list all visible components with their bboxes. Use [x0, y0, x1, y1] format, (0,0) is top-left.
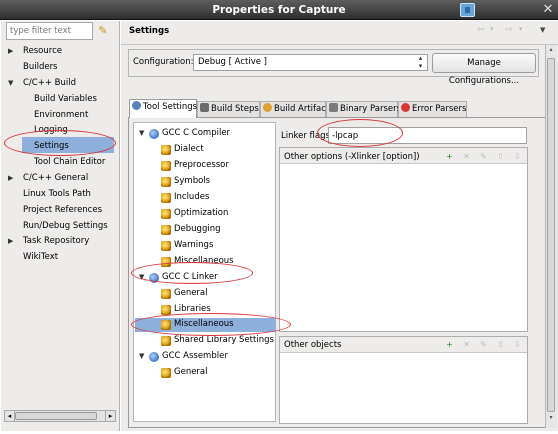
- error-parsers-icon: [401, 103, 410, 112]
- other-options-title: Other options (-Xlinker [option]): [284, 152, 420, 162]
- option-icon: [161, 289, 171, 299]
- collapse-icon[interactable]: ▼: [139, 127, 144, 140]
- category-item-wikitext[interactable]: WikiText: [23, 251, 58, 264]
- tab-tool-settings[interactable]: Tool Settings: [129, 99, 197, 118]
- edit-icon[interactable]: ✎: [478, 339, 489, 350]
- annotation-ellipse: [4, 130, 116, 156]
- tree-item-symbols[interactable]: Symbols: [174, 175, 210, 188]
- configuration-label: Configuration:: [133, 57, 194, 67]
- assembler-icon: [149, 352, 159, 362]
- tree-item-optimization[interactable]: Optimization: [174, 207, 228, 220]
- option-icon: [161, 241, 171, 251]
- move-up-icon[interactable]: ⇧: [495, 339, 506, 350]
- category-item-linux-tools-path[interactable]: Linux Tools Path: [23, 188, 91, 201]
- scroll-down-icon[interactable]: ▾: [546, 414, 556, 425]
- filter-input[interactable]: [6, 22, 93, 40]
- collapse-icon[interactable]: ▼: [8, 77, 13, 90]
- tab-build-steps[interactable]: Build Steps: [197, 101, 260, 117]
- scrollbar-thumb[interactable]: [15, 412, 97, 420]
- delete-icon[interactable]: ✕: [461, 339, 472, 350]
- annotation-ellipse: [131, 313, 291, 336]
- binary-parsers-icon: [329, 103, 338, 112]
- tab-label: Binary Parsers: [340, 104, 402, 114]
- option-icon: [161, 209, 171, 219]
- category-item-builders[interactable]: Builders: [23, 61, 58, 74]
- category-item-cpp-build[interactable]: C/C++ Build: [23, 77, 76, 90]
- expand-icon[interactable]: ▶: [8, 235, 13, 248]
- option-icon: [161, 145, 171, 155]
- expand-icon[interactable]: ▶: [8, 172, 13, 185]
- tool-settings-icon: [132, 101, 141, 110]
- category-item-resource[interactable]: Resource: [23, 45, 62, 58]
- option-icon: [161, 177, 171, 187]
- category-item-tool-chain-editor[interactable]: Tool Chain Editor: [34, 156, 105, 169]
- tree-item-preprocessor[interactable]: Preprocessor: [174, 159, 229, 172]
- manage-configurations-button[interactable]: Manage Configurations...: [432, 53, 536, 86]
- move-down-icon[interactable]: ⇩: [512, 151, 523, 162]
- tab-build-artifact[interactable]: Build Artifact: [260, 101, 330, 117]
- tree-item-shared-library-settings[interactable]: Shared Library Settings: [174, 334, 274, 347]
- category-item-project-references[interactable]: Project References: [23, 204, 102, 217]
- add-icon[interactable]: +: [444, 339, 455, 350]
- tab-error-parsers[interactable]: Error Parsers: [398, 101, 467, 117]
- category-item-cpp-general[interactable]: C/C++ General: [23, 172, 88, 185]
- tab-label: Error Parsers: [412, 104, 467, 114]
- option-icon: [161, 305, 171, 315]
- window-menu-icon[interactable]: [460, 3, 475, 17]
- tree-item-includes[interactable]: Includes: [174, 191, 209, 204]
- compiler-icon: [149, 129, 159, 139]
- forward-arrow-icon[interactable]: ⇨: [505, 25, 513, 35]
- back-arrow-icon[interactable]: ⇦: [477, 25, 485, 35]
- tab-label: Build Steps: [211, 104, 259, 114]
- view-menu-icon[interactable]: ▼: [540, 26, 545, 34]
- option-icon: [161, 225, 171, 235]
- scroll-left-icon[interactable]: ◂: [5, 411, 15, 421]
- tab-label: Build Artifact: [274, 104, 330, 114]
- tab-binary-parsers[interactable]: Binary Parsers: [326, 101, 402, 117]
- annotation-ellipse: [317, 119, 403, 147]
- tree-item-gcc-c-compiler[interactable]: GCC C Compiler: [162, 127, 230, 140]
- category-item-task-repository[interactable]: Task Repository: [23, 235, 89, 248]
- spinner-arrows-icon[interactable]: ▴ ▾: [414, 54, 427, 71]
- expand-icon[interactable]: ▶: [8, 45, 13, 58]
- collapse-icon[interactable]: ▼: [139, 350, 144, 363]
- page-title: Settings: [129, 26, 170, 36]
- forward-dropdown-icon[interactable]: ▾: [519, 25, 523, 33]
- category-item-environment[interactable]: Environment: [34, 109, 88, 122]
- option-icon: [161, 336, 171, 346]
- tab-label: Tool Settings: [143, 102, 198, 112]
- configuration-select[interactable]: Debug [ Active ]: [193, 54, 428, 71]
- move-up-icon[interactable]: ⇧: [495, 151, 506, 162]
- back-dropdown-icon[interactable]: ▾: [490, 25, 494, 33]
- close-icon[interactable]: ✕: [540, 2, 556, 18]
- add-icon[interactable]: +: [444, 151, 455, 162]
- move-down-icon[interactable]: ⇩: [512, 339, 523, 350]
- option-icon: [161, 368, 171, 378]
- annotation-ellipse: [131, 262, 253, 284]
- other-options-list[interactable]: [279, 147, 528, 332]
- other-objects-title: Other objects: [284, 340, 342, 350]
- option-icon: [161, 193, 171, 203]
- tree-item-gcc-assembler[interactable]: GCC Assembler: [162, 350, 228, 363]
- scroll-up-icon[interactable]: ▴: [546, 46, 556, 57]
- build-artifact-icon: [263, 103, 272, 112]
- tree-item-dialect[interactable]: Dialect: [174, 143, 204, 156]
- category-item-build-variables[interactable]: Build Variables: [34, 93, 97, 106]
- build-steps-icon: [200, 103, 209, 112]
- tree-item-warnings[interactable]: Warnings: [174, 239, 213, 252]
- tree-item-general[interactable]: General: [174, 287, 208, 300]
- scrollbar-thumb[interactable]: [547, 58, 555, 412]
- clear-filter-icon[interactable]: ✎: [95, 23, 111, 39]
- category-item-run-debug-settings[interactable]: Run/Debug Settings: [23, 220, 108, 233]
- delete-icon[interactable]: ✕: [461, 151, 472, 162]
- window-title: Properties for Capture: [212, 4, 346, 16]
- scroll-right-icon[interactable]: ▸: [105, 411, 115, 421]
- option-icon: [161, 161, 171, 171]
- tree-item-assembler-general[interactable]: General: [174, 366, 208, 379]
- edit-icon[interactable]: ✎: [478, 151, 489, 162]
- tree-item-debugging[interactable]: Debugging: [174, 223, 221, 236]
